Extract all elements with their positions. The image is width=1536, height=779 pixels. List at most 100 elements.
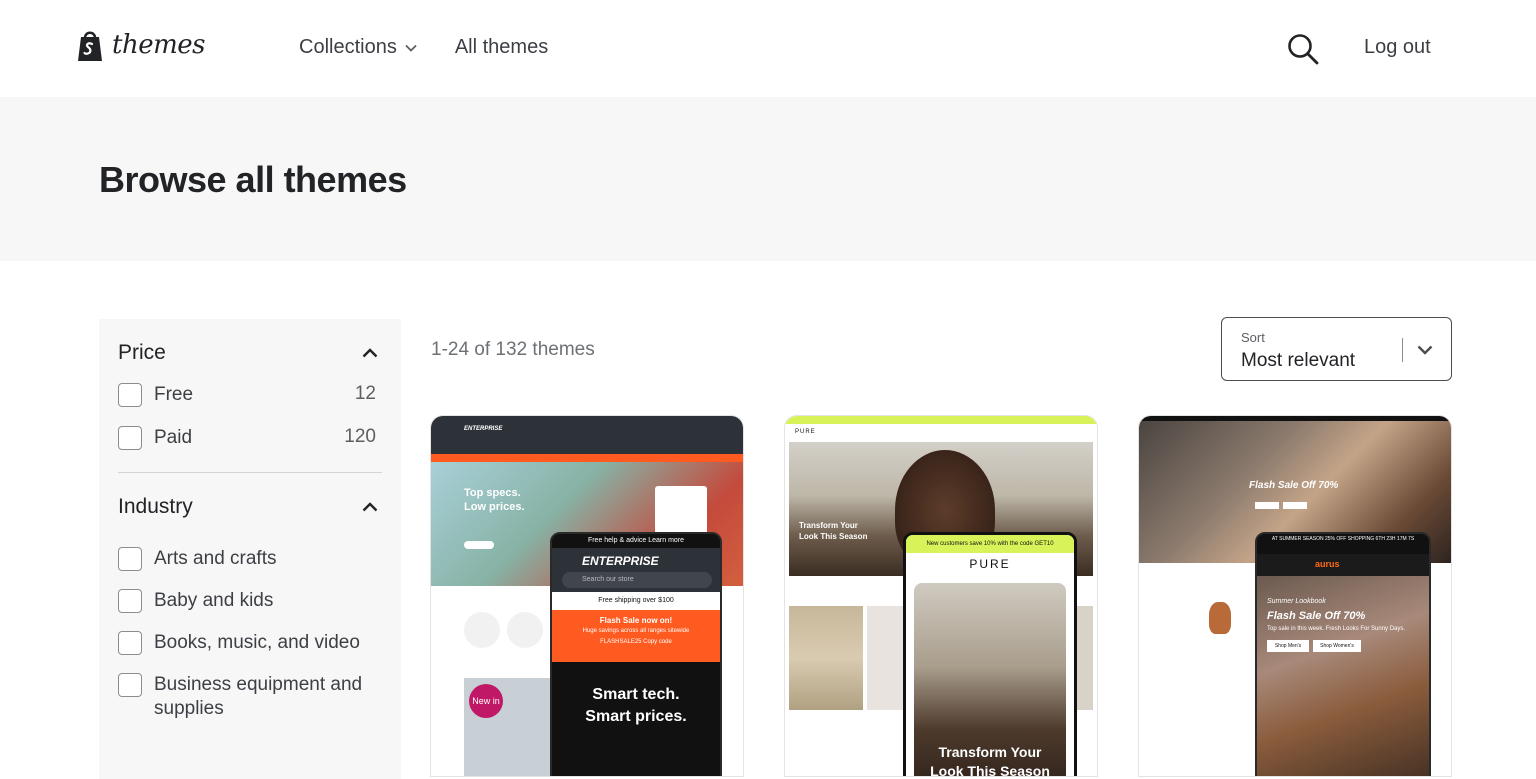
- preview-mobile-topbar: Free help & advice Learn more: [552, 534, 720, 548]
- filter-industry-toggle[interactable]: Industry: [118, 473, 382, 519]
- preview-mobile-image: [1257, 576, 1429, 776]
- preview-mobile-image: Transform Your Look This Season: [914, 583, 1066, 776]
- preview-brand: PURE: [795, 429, 816, 435]
- preview-mobile-headline: Smart tech. Smart prices.: [552, 684, 720, 728]
- search-icon[interactable]: [1286, 32, 1320, 66]
- preview-mobile-flash: Flash Sale now on! Huge savings across a…: [552, 610, 720, 662]
- preview-navstrip: [431, 446, 743, 454]
- sort-separator: [1402, 338, 1403, 362]
- preview-product-image: [1209, 602, 1231, 634]
- page-title: Browse all themes: [99, 159, 407, 200]
- sort-label: Sort: [1241, 330, 1265, 345]
- site-header: themes Collections All themes Log out: [0, 0, 1536, 97]
- preview-product-tile: [789, 606, 863, 710]
- preview-mobile-flash-title: Flash Sale now on!: [599, 616, 673, 625]
- chevron-up-icon: [362, 502, 378, 512]
- checkbox[interactable]: [118, 547, 142, 571]
- preview-mobile-header: ENTERPRISE Search our store: [552, 548, 720, 592]
- preview-hero-line: Look This Season: [799, 532, 868, 541]
- nav-collections-label: Collections: [299, 36, 397, 58]
- filter-sidebar: Price Free 12 Paid 120 Industry Arts and…: [99, 319, 401, 779]
- filter-option-books-music-video[interactable]: Books, music, and video: [118, 631, 382, 655]
- preview-mobile-button: Shop Men's: [1267, 640, 1309, 652]
- checkbox[interactable]: [118, 383, 142, 407]
- preview-mobile-frame: New customers save 10% with the code GET…: [903, 532, 1077, 776]
- preview-brand: ENTERPRISE: [464, 426, 503, 432]
- filter-option-label: Arts and crafts: [154, 548, 277, 569]
- filter-option-label: Books, music, and video: [154, 632, 360, 653]
- filter-option-baby-kids[interactable]: Baby and kids: [118, 589, 382, 613]
- checkbox[interactable]: [118, 631, 142, 655]
- preview-category-circle: [464, 612, 500, 648]
- preview-mobile-frame: AT SUMMER SEASON 25% OFF SHOPPING 6TH 23…: [1255, 532, 1431, 776]
- preview-mobile-button: Shop Women's: [1313, 640, 1361, 652]
- preview-hero-button: [464, 541, 494, 549]
- results-count: 1-24 of 132 themes: [431, 339, 595, 360]
- preview-mobile-flash-code: FLASHSALE25 Copy code: [600, 639, 672, 645]
- filter-price-toggle[interactable]: Price: [118, 341, 382, 365]
- preview-hero-line: Transform Your: [799, 521, 858, 530]
- main-nav: Collections All themes: [299, 36, 548, 59]
- preview-topbar: [785, 416, 1097, 424]
- preview-mobile-frame: Free help & advice Learn more ENTERPRISE…: [550, 532, 722, 776]
- chevron-down-icon: [405, 44, 417, 52]
- preview-mobile-topbar: New customers save 10% with the code GET…: [906, 535, 1074, 553]
- chevron-down-icon: [1417, 345, 1433, 355]
- checkbox[interactable]: [118, 426, 142, 450]
- preview-hero-button: [1255, 502, 1279, 509]
- preview-mobile-headline: Transform Your Look This Season: [914, 743, 1066, 776]
- preview-hero-button: [1283, 502, 1307, 509]
- preview-hero-text: Flash Sale Off 70%: [1249, 480, 1339, 491]
- preview-mobile-search: Search our store: [562, 572, 712, 588]
- preview-mobile-subtitle: Summer Lookbook: [1267, 598, 1326, 605]
- preview-mobile-brand: ENTERPRISE: [582, 554, 659, 568]
- preview-mobile-headline-line: Smart tech.: [592, 686, 680, 703]
- chevron-up-icon: [362, 348, 378, 358]
- preview-promo-strip: [431, 454, 743, 462]
- preview-hero-line: Low prices.: [464, 501, 525, 513]
- theme-card-aurus[interactable]: Flash Sale Off 70% AT SUMMER SEASON 25% …: [1139, 416, 1451, 776]
- preview-mobile-headline-line: Smart prices.: [585, 708, 687, 725]
- filter-option-label: Paid: [154, 427, 193, 448]
- preview-hero-line: Top specs.: [464, 487, 521, 499]
- logout-link[interactable]: Log out: [1364, 36, 1431, 59]
- checkbox[interactable]: [118, 589, 142, 613]
- preview-hero-text: Top specs. Low prices.: [464, 486, 525, 514]
- theme-card-enterprise[interactable]: ENTERPRISE Top specs. Low prices. New in…: [431, 416, 743, 776]
- filter-option-count: 120: [344, 426, 376, 447]
- preview-mobile-shipping: Free shipping over $100: [552, 592, 720, 610]
- preview-mobile-topbar: AT SUMMER SEASON 25% OFF SHOPPING 6TH 23…: [1257, 534, 1429, 554]
- preview-mobile-description: Top sale in this week. Fresh Looks For S…: [1267, 626, 1406, 632]
- filter-option-count: 12: [354, 383, 376, 404]
- theme-card-pure[interactable]: PURE Transform Your Look This Season New…: [785, 416, 1097, 776]
- shopify-themes-logo[interactable]: themes: [76, 28, 205, 62]
- preview-new-in-badge: New in: [469, 684, 503, 718]
- filter-option-paid[interactable]: Paid 120: [118, 426, 382, 450]
- preview-mobile-header: aurus: [1257, 554, 1429, 576]
- checkbox[interactable]: [118, 673, 142, 697]
- preview-mobile-headline-line: Look This Season: [930, 763, 1050, 776]
- preview-product-tile: [867, 606, 905, 710]
- filter-option-arts-crafts[interactable]: Arts and crafts: [118, 547, 382, 571]
- filter-option-free[interactable]: Free 12: [118, 383, 382, 407]
- shopify-bag-icon: [78, 31, 102, 61]
- logo-text: themes: [112, 30, 205, 60]
- filter-option-business-equipment[interactable]: Business equipment and supplies: [118, 673, 382, 721]
- filter-price-title: Price: [118, 341, 166, 364]
- preview-hero-text: Transform Your Look This Season: [799, 520, 867, 542]
- preview-mobile-brand: aurus: [1315, 559, 1340, 569]
- preview-navbar: [785, 424, 1097, 442]
- preview-mobile-brand: PURE: [969, 557, 1011, 571]
- filter-industry-title: Industry: [118, 495, 193, 518]
- preview-category-circle: [507, 612, 543, 648]
- preview-mobile-flash-sub: Huge savings across all ranges sitewide: [582, 628, 690, 634]
- preview-mobile-headline-line: Transform Your: [938, 744, 1042, 760]
- nav-all-themes[interactable]: All themes: [455, 36, 548, 59]
- sort-value: Most relevant: [1241, 350, 1356, 371]
- nav-all-themes-label: All themes: [454, 36, 549, 58]
- preview-mobile-headline: Flash Sale Off 70%: [1267, 610, 1366, 622]
- filter-option-label: Free: [154, 384, 194, 405]
- nav-collections[interactable]: Collections: [299, 36, 417, 59]
- page-hero: Browse all themes: [0, 97, 1536, 261]
- sort-select[interactable]: Sort Most relevant: [1221, 317, 1452, 381]
